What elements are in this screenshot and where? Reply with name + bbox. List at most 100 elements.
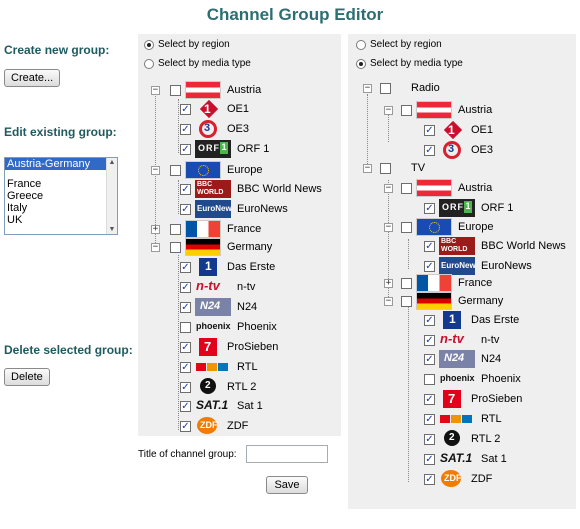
expand-icon[interactable]: + [151, 224, 160, 234]
checkbox-channel[interactable]: ✓ [180, 420, 191, 432]
checkbox-channel[interactable]: ✓ [424, 124, 435, 136]
region-label: France [458, 277, 493, 289]
phoenix-logo-icon: phoenix [196, 321, 231, 331]
channel-label: RTL [481, 413, 502, 425]
prosieben-logo-icon: 7 [195, 337, 221, 357]
group-listbox[interactable]: Austria-Germany France Greece Italy UK ▲… [4, 157, 118, 235]
checkbox-channel[interactable]: ✓ [180, 381, 191, 393]
checkbox-austria[interactable] [170, 84, 181, 96]
oe3-logo-icon: 3 [195, 119, 221, 139]
radio-button-icon[interactable] [144, 39, 154, 50]
checkbox-channel[interactable]: ✓ [180, 183, 191, 195]
listbox-scrollbar[interactable]: ▲ ▼ [106, 158, 117, 234]
eu-flag-icon [185, 161, 221, 179]
checkbox-germany[interactable] [170, 241, 181, 253]
checkbox-tv[interactable] [380, 162, 391, 174]
checkbox-channel[interactable]: ✓ [180, 301, 191, 313]
collapse-icon[interactable]: − [384, 296, 393, 306]
checkbox-channel[interactable]: ✓ [424, 453, 435, 465]
checkbox-radio[interactable] [380, 82, 391, 94]
checkbox-channel[interactable]: ✓ [180, 103, 191, 115]
checkbox-france[interactable] [401, 277, 412, 289]
group-title-input[interactable] [246, 445, 328, 463]
checkbox-channel[interactable]: ✓ [424, 433, 435, 445]
n24-logo-icon: N24 [439, 350, 475, 368]
radio-select-region[interactable]: Select by region [356, 39, 442, 50]
region-label: Germany [227, 241, 273, 253]
channel-label: Das Erste [227, 261, 276, 273]
checkbox-europe[interactable] [170, 164, 181, 176]
checkbox-channel[interactable]: ✓ [424, 473, 435, 485]
n-tv-logo-icon: n-tv [196, 278, 220, 293]
checkbox-channel[interactable] [180, 321, 191, 333]
scroll-up-icon[interactable]: ▲ [107, 159, 117, 166]
checkbox-channel[interactable]: ✓ [180, 341, 191, 353]
checkbox-channel[interactable]: ✓ [180, 400, 191, 412]
checkbox-france[interactable] [170, 223, 181, 235]
checkbox-germany[interactable] [401, 295, 412, 307]
checkbox-channel[interactable]: ✓ [424, 353, 435, 365]
radio-select-region[interactable]: Select by region [144, 39, 230, 50]
channel-label: OE3 [227, 123, 250, 135]
radio-label: Select by region [370, 39, 442, 50]
media-label: Radio [411, 82, 440, 94]
checkbox-channel[interactable]: ✓ [424, 202, 435, 214]
orf1-logo-icon: ORF 1 [439, 199, 475, 217]
collapse-icon[interactable]: − [384, 222, 393, 232]
group-option[interactable]: Italy [5, 202, 108, 214]
region-label: Austria [227, 84, 262, 96]
collapse-icon[interactable]: − [151, 242, 160, 252]
checkbox-channel[interactable]: ✓ [180, 123, 191, 135]
scroll-down-icon[interactable]: ▼ [107, 226, 117, 233]
collapse-icon[interactable]: − [151, 165, 160, 175]
euronews-logo-icon: EuroNews [195, 200, 231, 218]
france-flag-icon [185, 220, 221, 238]
save-button[interactable]: Save [266, 476, 308, 494]
collapse-icon[interactable]: − [363, 163, 372, 173]
checkbox-channel[interactable]: ✓ [180, 203, 191, 215]
checkbox-austria[interactable] [401, 182, 412, 194]
group-option[interactable]: France [5, 178, 108, 190]
eu-flag-icon [416, 218, 452, 236]
radio-label: Select by media type [370, 58, 463, 69]
checkbox-channel[interactable]: ✓ [424, 334, 435, 346]
create-group-button[interactable]: Create... [4, 69, 61, 87]
expand-icon[interactable]: + [384, 278, 393, 288]
media-label: TV [411, 162, 426, 174]
checkbox-channel[interactable]: ✓ [424, 413, 435, 425]
channel-label: ProSieben [471, 393, 523, 405]
group-option[interactable]: Austria-Germany [5, 158, 108, 170]
group-option[interactable]: Greece [5, 190, 108, 202]
channel-label: RTL 2 [471, 433, 501, 445]
delete-group-button[interactable]: Delete [4, 368, 50, 386]
checkbox-channel[interactable]: ✓ [424, 240, 435, 252]
radio-select-media[interactable]: Select by media type [144, 58, 251, 69]
radio-button-icon[interactable] [144, 58, 154, 69]
checkbox-channel[interactable]: ✓ [424, 393, 435, 405]
checkbox-channel[interactable]: ✓ [180, 281, 191, 293]
radio-select-media[interactable]: Select by media type [356, 58, 463, 69]
checkbox-austria[interactable] [401, 104, 412, 116]
radio-label: Select by region [158, 39, 230, 50]
region-label: Germany [458, 295, 504, 307]
region-label: Europe [227, 164, 263, 176]
channel-label: Sat 1 [481, 453, 507, 465]
radio-button-icon[interactable] [356, 39, 366, 50]
collapse-icon[interactable]: − [151, 85, 160, 95]
checkbox-channel[interactable]: ✓ [180, 261, 191, 273]
checkbox-channel[interactable]: ✓ [180, 143, 191, 155]
checkbox-europe[interactable] [401, 221, 412, 233]
channel-label: N24 [237, 301, 258, 313]
collapse-icon[interactable]: − [363, 83, 372, 93]
page-title: Channel Group Editor [206, 5, 384, 24]
checkbox-channel[interactable] [424, 373, 435, 385]
collapse-icon[interactable]: − [384, 183, 393, 193]
radio-button-icon[interactable] [356, 58, 366, 69]
group-option[interactable]: UK [5, 214, 108, 226]
checkbox-channel[interactable]: ✓ [180, 361, 191, 373]
checkbox-channel[interactable]: ✓ [424, 144, 435, 156]
rtl-logo-icon [439, 410, 475, 428]
checkbox-channel[interactable]: ✓ [424, 314, 435, 326]
checkbox-channel[interactable]: ✓ [424, 260, 435, 272]
collapse-icon[interactable]: − [384, 105, 393, 115]
